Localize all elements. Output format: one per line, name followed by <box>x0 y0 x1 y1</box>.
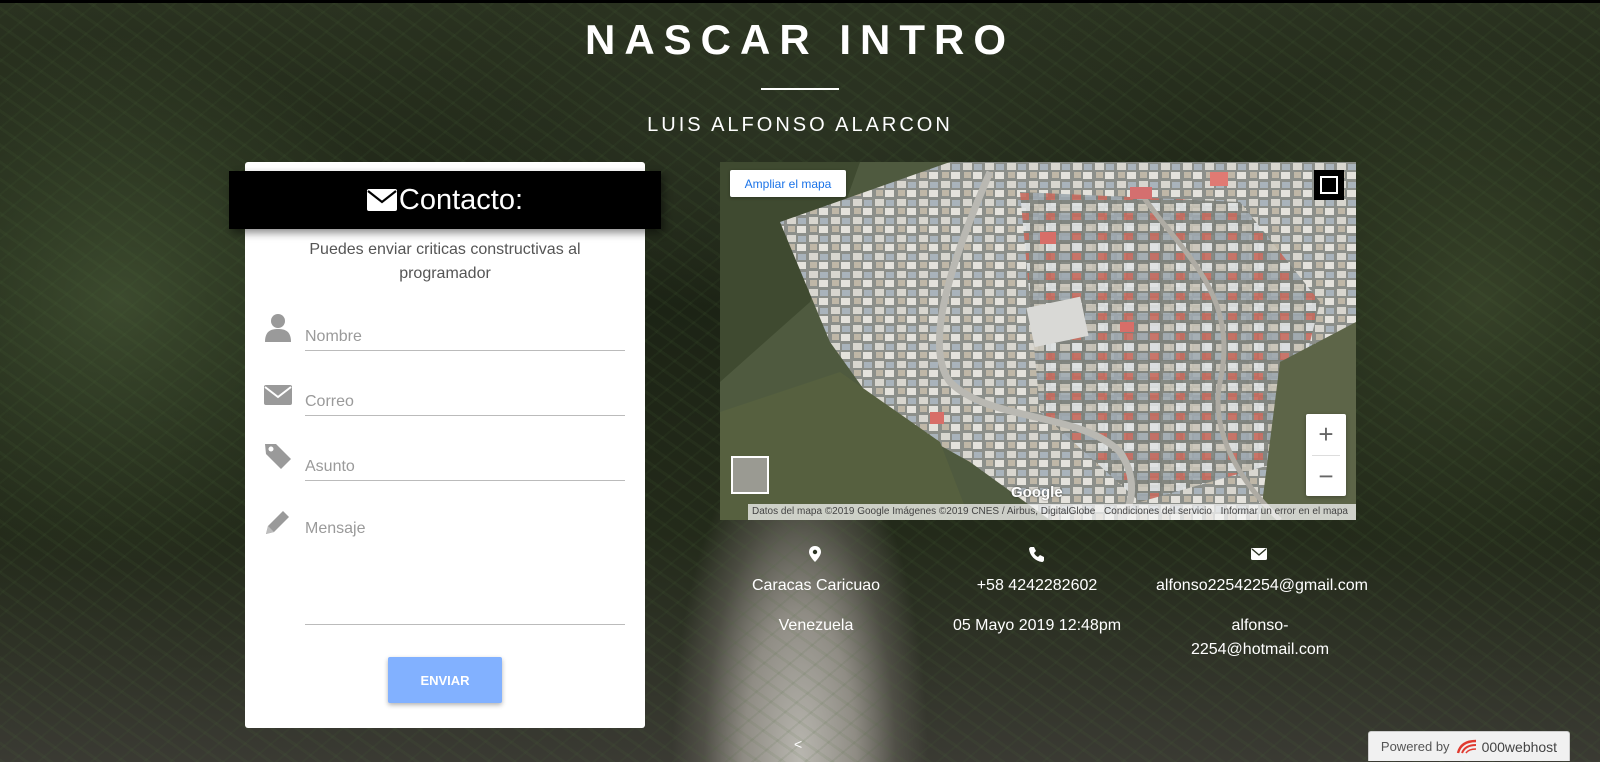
email-primary: alfonso22542254@gmail.com <box>1156 577 1368 594</box>
zoom-controls: + − <box>1306 414 1346 496</box>
title-divider <box>761 88 839 90</box>
map-attribution: Datos del mapa ©2019 Google Imágenes ©20… <box>748 504 1356 520</box>
map-data-credit: Datos del mapa ©2019 Google Imágenes ©20… <box>752 506 1096 517</box>
message-field[interactable] <box>305 520 625 625</box>
location-city: Caracas Caricuao <box>751 577 881 594</box>
name-field[interactable] <box>305 324 625 351</box>
subject-field[interactable] <box>305 454 625 481</box>
top-border <box>0 0 1600 3</box>
email-field[interactable] <box>305 389 625 416</box>
webhost-logo-icon <box>1456 739 1476 753</box>
host-brand: 000webhost <box>1481 738 1558 755</box>
map-embed[interactable]: Ampliar el mapa + − Google Datos del map… <box>720 162 1356 520</box>
email-secondary: alfonso-2254@hotmail.com <box>1190 617 1330 658</box>
expand-map-button[interactable]: Ampliar el mapa <box>730 170 846 197</box>
user-icon <box>265 314 291 342</box>
map-report-link[interactable]: Informar un error en el mapa <box>1221 506 1348 517</box>
map-type-toggle[interactable] <box>731 456 769 494</box>
map-pin-icon <box>809 546 821 562</box>
envelope-icon <box>1251 548 1267 560</box>
contact-heading: Contacto: <box>398 183 524 216</box>
map-terms-link[interactable]: Condiciones del servicio <box>1104 506 1212 517</box>
fullscreen-button[interactable] <box>1314 170 1344 200</box>
tag-icon <box>265 444 291 469</box>
google-logo: Google <box>1011 484 1063 501</box>
satellite-imagery <box>720 162 1356 520</box>
scroll-arrow[interactable]: < <box>794 736 802 752</box>
envelope-icon <box>264 385 292 405</box>
post-date: 05 Mayo 2019 12:48pm <box>952 617 1122 634</box>
contact-intro: Puedes enviar criticas constructivas al … <box>309 241 581 282</box>
phone-number: +58 4242282602 <box>976 577 1098 594</box>
fullscreen-icon <box>1320 176 1338 194</box>
zoom-out-button[interactable]: − <box>1306 456 1346 496</box>
zoom-in-button[interactable]: + <box>1306 414 1346 454</box>
phone-icon <box>1029 547 1044 562</box>
site-title: NASCAR INTRO <box>585 16 1015 63</box>
powered-by-badge[interactable]: Powered by 000webhost <box>1368 731 1570 761</box>
envelope-icon <box>366 189 397 211</box>
location-country: Venezuela <box>778 617 854 634</box>
pencil-icon <box>266 511 289 534</box>
contact-header: Contacto: <box>229 171 661 229</box>
author-name: LUIS ALFONSO ALARCON <box>647 114 953 136</box>
powered-by-label: Powered by <box>1380 739 1450 754</box>
send-button[interactable]: ENVIAR <box>388 657 502 703</box>
